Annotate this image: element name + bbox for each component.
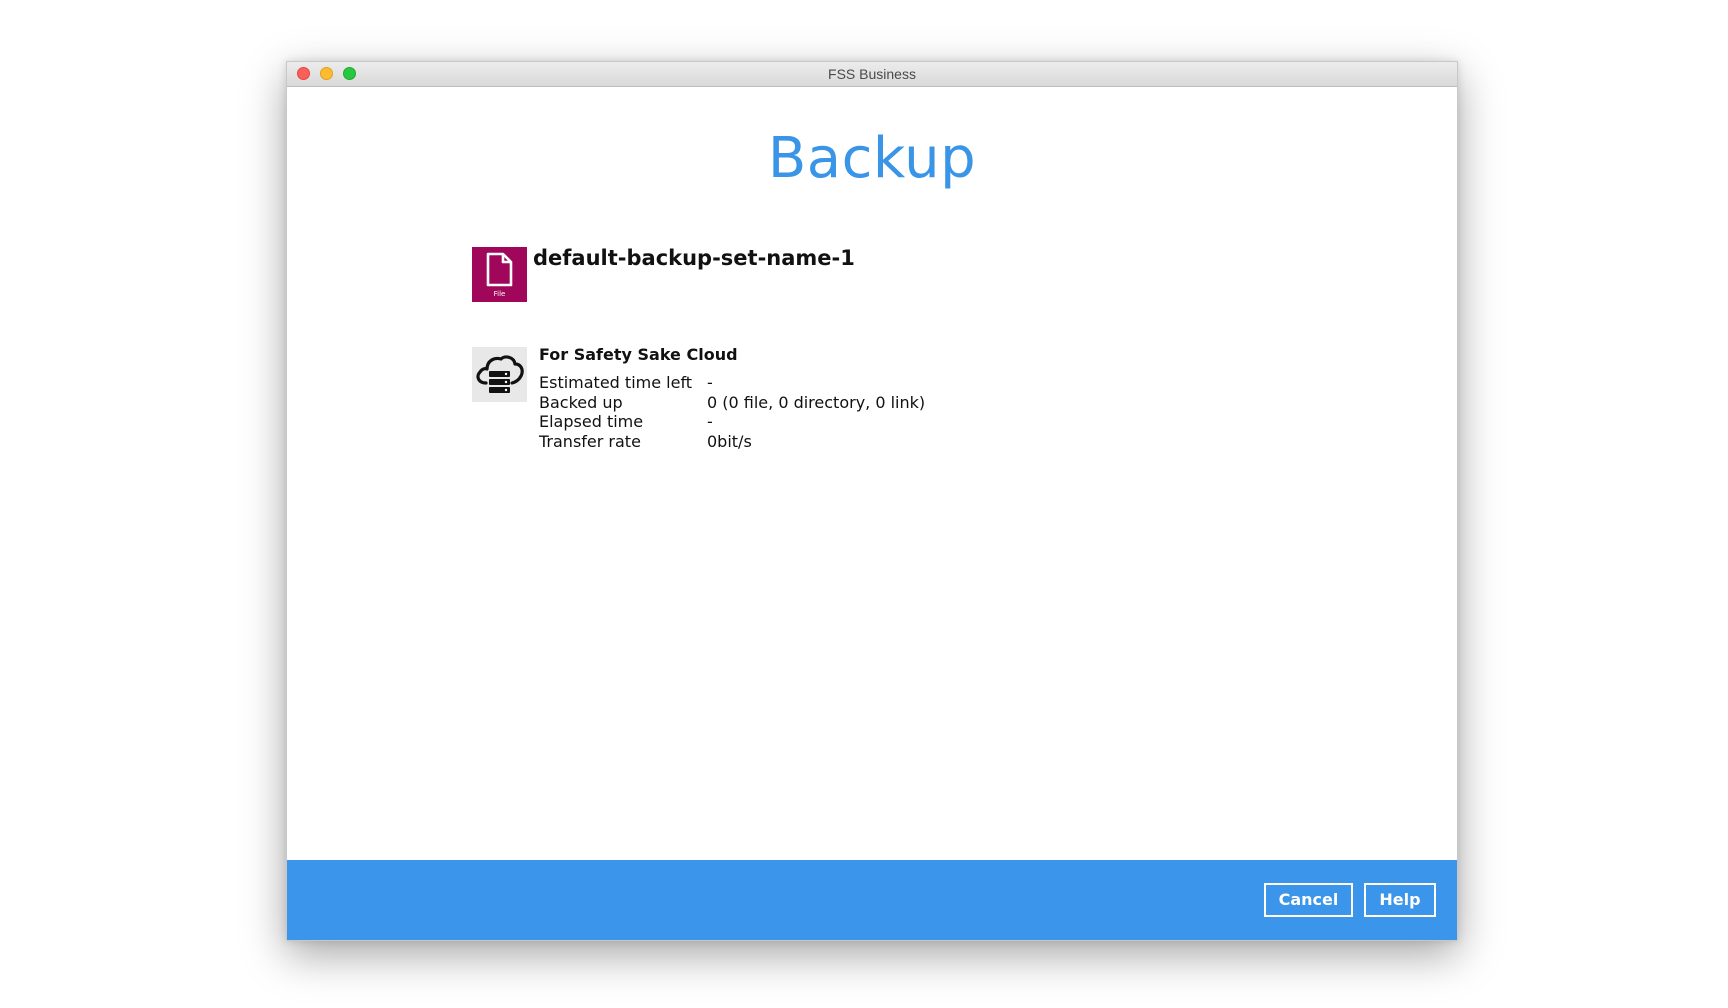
stat-value: - bbox=[707, 373, 713, 392]
file-icon-label: File bbox=[493, 290, 506, 298]
page-title: Backup bbox=[767, 126, 977, 191]
stat-label: Elapsed time bbox=[539, 412, 644, 431]
title-bar[interactable]: FSS Business bbox=[287, 62, 1457, 87]
footer-bar: Cancel Help bbox=[287, 860, 1457, 940]
stat-label: Transfer rate bbox=[539, 431, 641, 451]
window-title: FSS Business bbox=[828, 66, 916, 82]
stat-label: Estimated time left bbox=[539, 373, 693, 392]
stat-value: 0bit/s bbox=[707, 431, 752, 451]
file-icon: File bbox=[472, 247, 527, 302]
help-button[interactable]: Help bbox=[1364, 883, 1436, 917]
destination-name: For Safety Sake Cloud bbox=[539, 345, 738, 364]
stat-value: - bbox=[707, 412, 713, 431]
backup-set-name: default-backup-set-name-1 bbox=[533, 246, 855, 270]
cloud-server-icon bbox=[472, 347, 527, 402]
stat-label: Backed up bbox=[539, 392, 623, 412]
app-window: FSS Business Backup File default-backup-… bbox=[286, 61, 1458, 941]
cancel-button[interactable]: Cancel bbox=[1264, 883, 1353, 917]
stat-value: 0 (0 file, 0 directory, 0 link) bbox=[707, 392, 926, 412]
